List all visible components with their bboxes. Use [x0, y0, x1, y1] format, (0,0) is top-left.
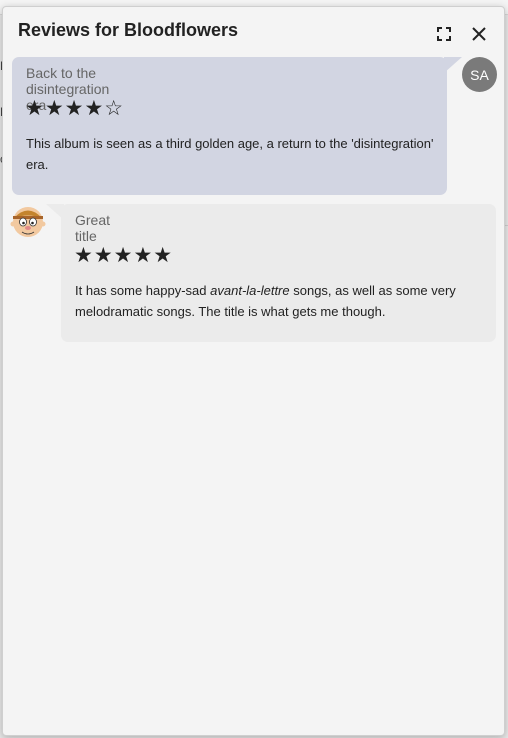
- bubble-tail: [46, 204, 64, 220]
- avatar[interactable]: SA: [462, 57, 497, 92]
- review-text: It has some happy-sad avant-la-lettre so…: [75, 280, 485, 322]
- review-title: Great title: [75, 212, 111, 244]
- expand-icon: [437, 27, 451, 41]
- cartoon-avatar-icon[interactable]: [10, 203, 46, 239]
- close-icon: [472, 27, 486, 41]
- close-button[interactable]: [468, 23, 490, 45]
- avatar-initials: SA: [470, 66, 489, 83]
- star-rating: ★★★★☆: [25, 97, 125, 120]
- bubble-tail: [444, 57, 462, 73]
- review-text-part: It has some happy-sad: [75, 283, 211, 298]
- expand-button[interactable]: [433, 23, 455, 45]
- review-text-emphasis: avant-la-lettre: [210, 283, 290, 298]
- star-rating: ★★★★★: [74, 244, 174, 267]
- review-text: This album is seen as a third golden age…: [26, 136, 434, 172]
- reviews-modal: Reviews for Bloodflowers Back to the dis…: [2, 6, 505, 736]
- modal-title: Reviews for Bloodflowers: [18, 20, 239, 40]
